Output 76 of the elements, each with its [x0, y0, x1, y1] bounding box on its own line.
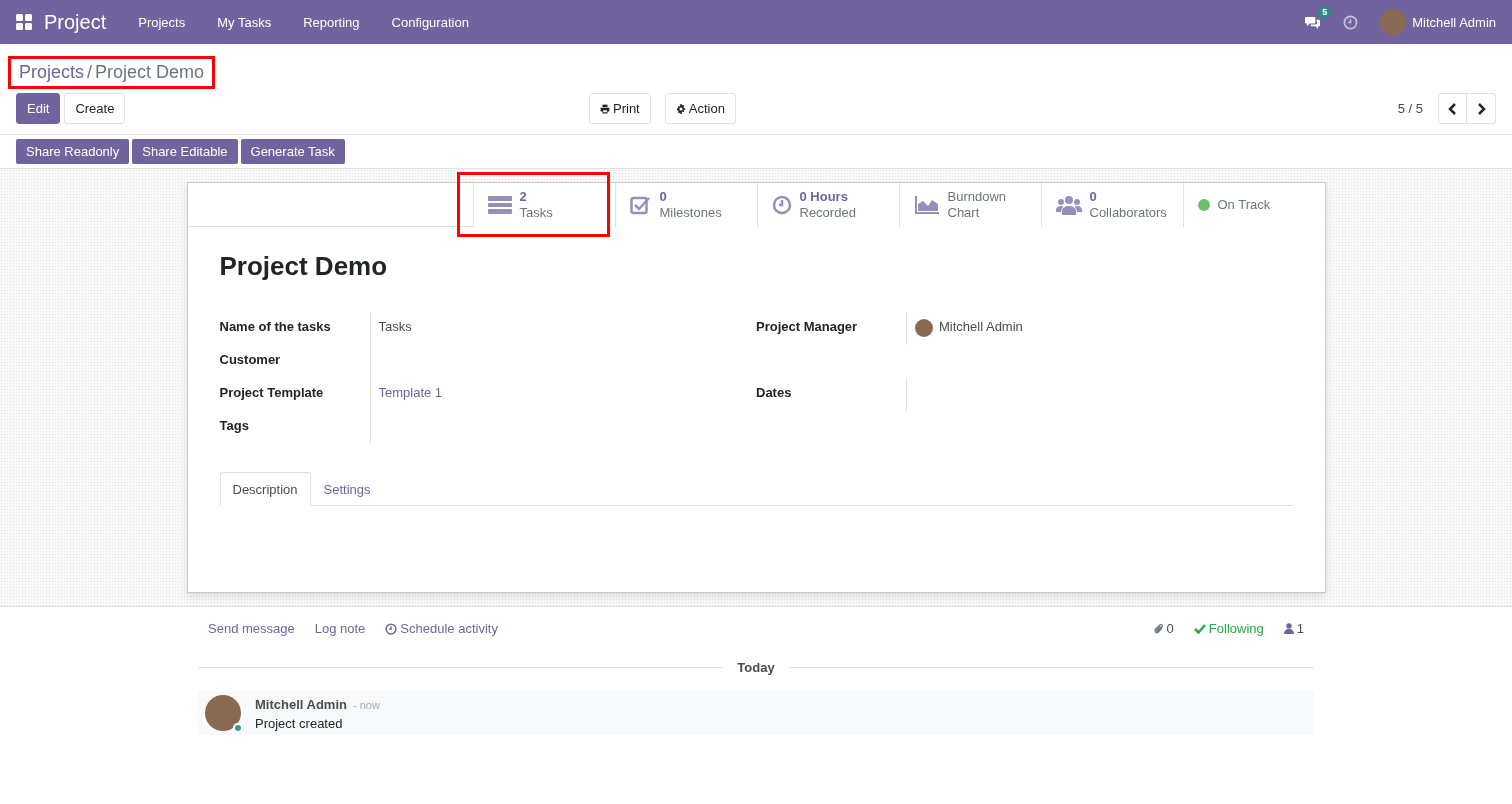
breadcrumb-link[interactable]: Projects [19, 62, 85, 83]
breadcrumb-current: Project Demo [95, 62, 205, 83]
menu-item[interactable]: Reporting [287, 14, 376, 30]
message-count-badge: 5 [1318, 5, 1332, 18]
stat-button[interactable]: 0 Milestones [614, 183, 757, 227]
chatter-link[interactable]: Schedule activity [385, 621, 498, 636]
tab[interactable]: Description [219, 472, 311, 506]
check-icon [1193, 623, 1206, 634]
field-label: Dates [756, 384, 793, 402]
following-link[interactable]: Following [1193, 621, 1264, 636]
breadcrumb-separator: / [87, 62, 93, 83]
stat-label: Tasks [519, 205, 553, 221]
action-button[interactable]: Action [664, 93, 736, 124]
stat-label: Collaborators [1089, 205, 1167, 221]
clock-icon [771, 195, 792, 215]
field-label: Customer [219, 351, 282, 369]
message-time: - now [352, 699, 380, 711]
stat-button[interactable]: 0 Collaborators [1040, 183, 1183, 227]
field-value: Tasks [378, 319, 412, 334]
tab[interactable]: Settings [310, 472, 384, 506]
app-title: Project [44, 10, 107, 34]
stacked-bars-icon [487, 195, 512, 215]
attachments-link[interactable]: 0 [1152, 621, 1174, 636]
stat-button[interactable]: 0 Hours Recorded [756, 183, 899, 227]
stat-value: 2 [519, 189, 528, 205]
clock-icon[interactable] [1343, 14, 1359, 30]
apps-grid-icon[interactable] [16, 14, 32, 30]
field-label: Name of the tasks [219, 318, 332, 336]
chatter-link[interactable]: Log note [314, 621, 366, 636]
stat-label: Milestones [659, 205, 722, 221]
stat-button[interactable]: Burndown Chart [898, 183, 1041, 227]
header-button[interactable]: Generate Task [240, 139, 345, 164]
people-icon [1055, 194, 1082, 216]
stat-value: 0 [659, 189, 668, 205]
print-button[interactable]: Print [589, 93, 651, 124]
user-avatar [915, 319, 933, 337]
stat-label: Chart [947, 205, 981, 221]
header-button[interactable]: Share Editable [132, 139, 238, 164]
date-separator: Today [737, 660, 775, 675]
followers-link[interactable]: 1 [1283, 621, 1304, 636]
gear-icon [675, 103, 686, 114]
create-button[interactable]: Create [64, 93, 126, 124]
pager-counter: 5 / 5 [1397, 101, 1423, 116]
stat-label: On Track [1217, 197, 1271, 213]
user-name[interactable]: Mitchell Admin [1412, 14, 1496, 30]
next-button[interactable] [1467, 93, 1496, 124]
message-author: Mitchell Admin [255, 697, 347, 712]
message-body: Project created [255, 716, 344, 731]
clock-icon [385, 622, 398, 635]
chevron-left-icon [1447, 102, 1458, 115]
chevron-right-icon [1476, 102, 1486, 115]
previous-button[interactable] [1438, 93, 1467, 124]
stat-button[interactable]: 2 Tasks [472, 183, 615, 227]
paperclip-icon [1152, 622, 1164, 635]
field-label: Project Template [219, 384, 325, 402]
stat-value: 0 Hours [799, 189, 849, 205]
stat-button[interactable]: On Track [1182, 183, 1325, 227]
printer-icon [600, 103, 610, 114]
field-link[interactable]: Template 1 [378, 385, 443, 400]
edit-button[interactable]: Edit [16, 93, 61, 124]
record-title: Project Demo [219, 251, 389, 282]
field-label: Tags [219, 417, 250, 435]
menu-item[interactable]: Projects [122, 14, 202, 30]
field-label: Project Manager [756, 318, 859, 336]
header-button[interactable]: Share Readonly [16, 139, 130, 164]
field-value: Mitchell Admin [939, 319, 1023, 334]
area-chart-icon [913, 195, 940, 215]
menu-item[interactable]: Configuration [375, 14, 485, 30]
stat-label: Recorded [799, 205, 856, 221]
stat-value: Burndown [947, 189, 1007, 205]
chat-bubbles-icon [1304, 14, 1322, 30]
checkbox-icon [629, 195, 652, 215]
chatter-link[interactable]: Send message [208, 621, 295, 636]
stat-value: 0 [1089, 189, 1098, 205]
menu-item[interactable]: My Tasks [201, 14, 288, 30]
person-icon [1283, 623, 1294, 634]
